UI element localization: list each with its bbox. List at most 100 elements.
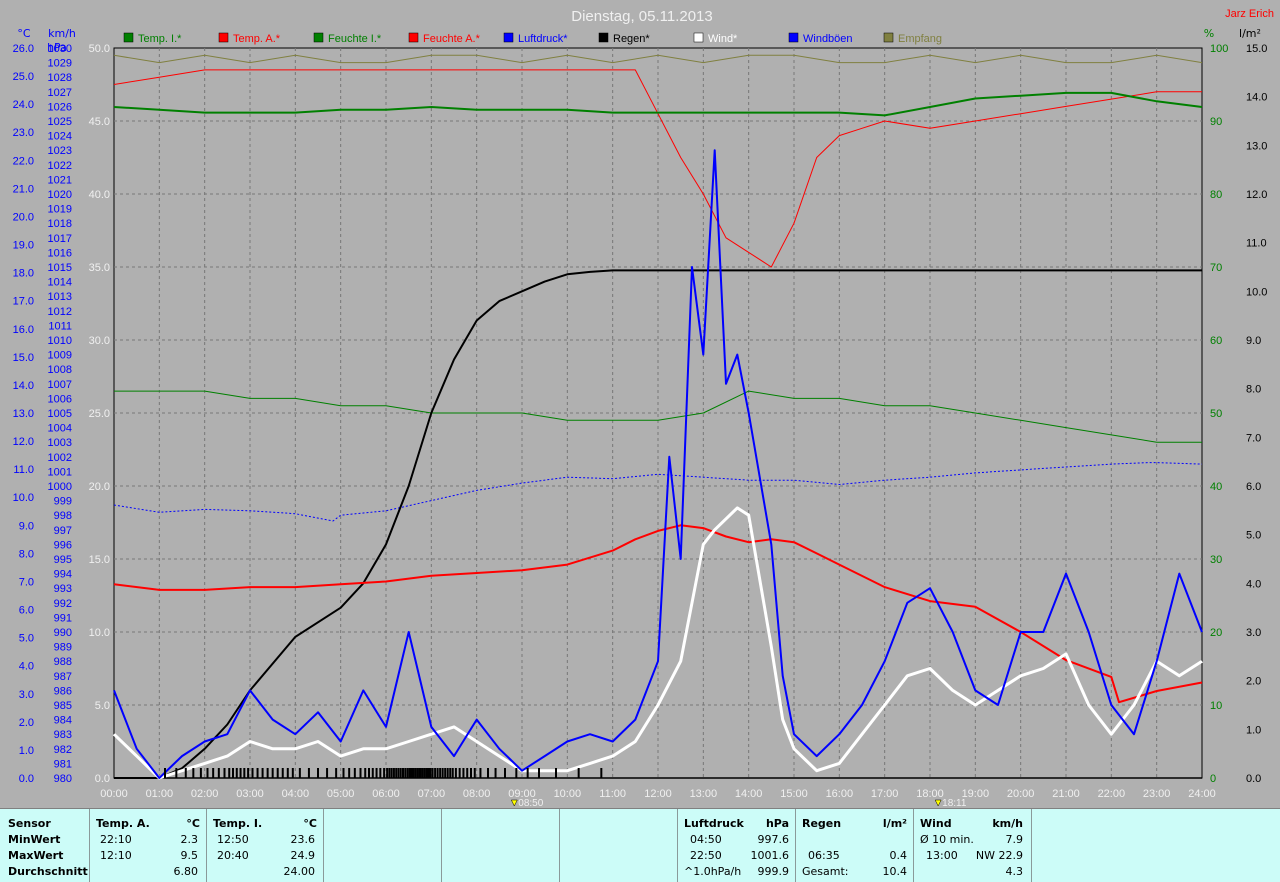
author-label: Jarz Erich (1225, 8, 1274, 20)
temp-i-max-time: 20:40 (217, 849, 249, 862)
legend-swatch (503, 32, 514, 43)
pressure-tick-label: 1007 (48, 379, 72, 391)
temp-i-min-time: 12:50 (217, 833, 249, 846)
legend: Temp. I.* Temp. A.* Feuchte I.* Feuchte A.*… (123, 32, 942, 45)
time-tick-label: 01:00 (146, 788, 174, 800)
wind-tick-label: 10.0 (89, 627, 110, 639)
pressure-tick-label: 1029 (48, 58, 72, 70)
chart-title: Dienstag, 05.11.2013 (571, 8, 713, 25)
pressure-tick-label: 980 (54, 773, 72, 785)
temp-tick-label: 10.0 (13, 492, 34, 504)
pressure-tick-label: 1028 (48, 72, 72, 84)
pressure-tick-label: 999 (54, 496, 72, 508)
stats-temp-a-col: Temp. A. °C 22:10 2.3 12:10 9.5 6.80 (90, 809, 207, 882)
temp-a-avg-value: 6.80 (173, 865, 199, 878)
temp-tick-label: 25.0 (13, 71, 34, 83)
pressure-tick-label: 1014 (48, 277, 72, 289)
pressure-tick-label: 1015 (48, 262, 72, 274)
time-tick-label: 16:00 (826, 788, 854, 800)
pressure-tick-label: 1021 (48, 174, 72, 186)
temp-tick-label: 14.0 (13, 380, 34, 392)
pressure-tick-label: 1018 (48, 218, 72, 230)
time-tick-label: 24:00 (1188, 788, 1216, 800)
pressure-tick-label: 990 (54, 627, 72, 639)
time-tick-label: 12:00 (644, 788, 672, 800)
wind-tick-label: 45.0 (89, 116, 110, 128)
pressure-tick-label: 1009 (48, 350, 72, 362)
pressure-tick-label: 1008 (48, 364, 72, 376)
wind-unit: km/h (992, 817, 1023, 830)
humidity-tick-label: 20 (1210, 627, 1222, 639)
pressure-tick-label: 1013 (48, 291, 72, 303)
rain-total-label: Gesamt: (802, 865, 849, 878)
wind-tick-label: 0.0 (95, 773, 110, 785)
time-marker-label: 08:50 (518, 798, 543, 808)
time-tick-label: 22:00 (1098, 788, 1126, 800)
temp-tick-label: 7.0 (19, 576, 34, 588)
time-tick-label: 18:00 (916, 788, 944, 800)
temp-tick-label: 3.0 (19, 689, 34, 701)
pressure-tick-label: 1030 (48, 43, 72, 55)
stats-sensor-col: Sensor MinWert MaxWert Durchschnitt (0, 809, 90, 882)
humidity-tick-label: 60 (1210, 335, 1222, 347)
rain-max-value: 0.4 (889, 849, 908, 862)
time-tick-label: 00:00 (100, 788, 128, 800)
legend-label: Regen* (613, 33, 650, 45)
rain-tick-label: 1.0 (1246, 724, 1261, 736)
pressure-tick-label: 993 (54, 583, 72, 595)
time-tick-label: 20:00 (1007, 788, 1035, 800)
time-tick-label: 06:00 (372, 788, 400, 800)
rain-max-time: 06:35 (808, 849, 840, 862)
pressure-tick-label: 982 (54, 744, 72, 756)
pressure-tick-label: 981 (54, 758, 72, 770)
pressure-tick-label: 992 (54, 598, 72, 610)
temp-tick-label: 2.0 (19, 717, 34, 729)
rain-tick-label: 13.0 (1246, 140, 1267, 152)
pressure-min-value: 997.6 (757, 833, 790, 846)
pressure-tick-label: 1003 (48, 437, 72, 449)
pressure-tick-label: 1002 (48, 452, 72, 464)
rain-tick-label: 4.0 (1246, 578, 1261, 590)
time-tick-label: 03:00 (236, 788, 264, 800)
pressure-tick-label: 1000 (48, 481, 72, 493)
time-tick-label: 04:00 (282, 788, 310, 800)
wind-mean-value: 4.3 (1005, 865, 1024, 878)
rain-total-value: 10.4 (882, 865, 908, 878)
temp-tick-label: 18.0 (13, 268, 34, 280)
stats-sensor-header: Sensor (8, 817, 51, 830)
pressure-tick-label: 1027 (48, 87, 72, 99)
legend-swatch (598, 32, 609, 43)
temp-i-max-value: 24.9 (290, 849, 316, 862)
wind-tick-label: 15.0 (89, 554, 110, 566)
rain-tick-label: 7.0 (1246, 432, 1261, 444)
time-tick-label: 23:00 (1143, 788, 1171, 800)
rain-tick-label: 15.0 (1246, 43, 1267, 55)
pressure-tick-label: 991 (54, 612, 72, 624)
pressure-tick-label: 983 (54, 729, 72, 741)
wind-max-value: NW 22.9 (975, 849, 1023, 862)
stats-rain-col: Regen l/m² 06:35 0.4 Gesamt: 10.4 (796, 809, 914, 882)
temp-tick-label: 0.0 (19, 773, 34, 785)
temp-tick-label: 15.0 (13, 352, 34, 364)
pressure-unit: hPa (765, 817, 789, 830)
temp-tick-label: 21.0 (13, 183, 34, 195)
pressure-max-time: 22:50 (690, 849, 722, 862)
temp-tick-label: 4.0 (19, 661, 34, 673)
wind-tick-label: 20.0 (89, 481, 110, 493)
stats-temp-i-col: Temp. I. °C 12:50 23.6 20:40 24.9 24.00 (207, 809, 324, 882)
temp-tick-label: 19.0 (13, 240, 34, 252)
temp-tick-label: 6.0 (19, 605, 34, 617)
temp-tick-label: 17.0 (13, 296, 34, 308)
weather-chart: Dienstag, 05.11.2013 Jarz Erich Temp. I.… (0, 0, 1280, 808)
stats-row-min: MinWert (8, 833, 61, 846)
humidity-unit-label: % (1204, 27, 1214, 40)
time-tick-label: 21:00 (1052, 788, 1080, 800)
stats-empty-col-3 (560, 809, 678, 882)
legend-swatch (123, 32, 134, 43)
time-marker-label: 18:11 (942, 798, 967, 808)
wind-tick-label: 25.0 (89, 408, 110, 420)
pressure-tick-label: 986 (54, 685, 72, 697)
wind-avg-value: 7.9 (1005, 833, 1024, 846)
pressure-tick-label: 1024 (48, 131, 72, 143)
rain-tick-label: 8.0 (1246, 384, 1261, 396)
